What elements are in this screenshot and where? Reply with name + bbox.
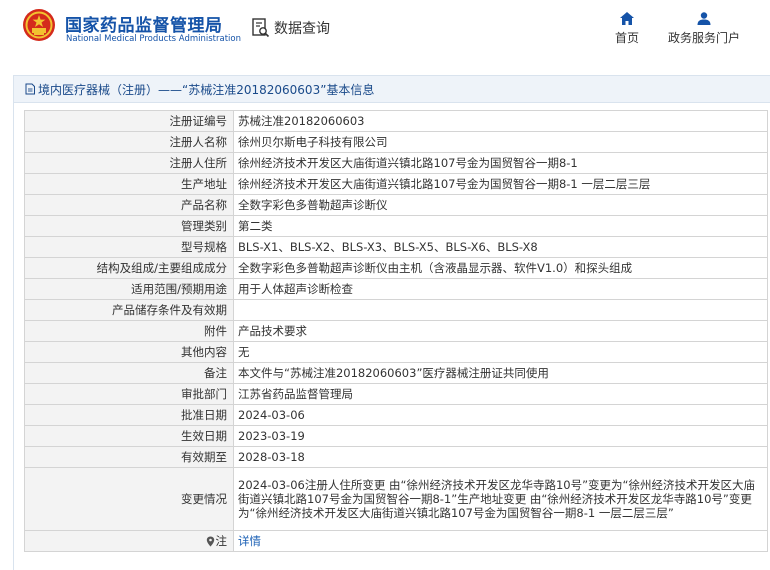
row-value: 无 <box>233 341 768 363</box>
document-search-icon <box>252 18 270 38</box>
row-value: 苏械注准20182060603 <box>233 110 768 132</box>
row-label: 注册人名称 <box>24 131 234 153</box>
table-row: 审批部门 江苏省药品监督管理局 <box>24 383 768 405</box>
row-label: 变更情况 <box>24 467 234 531</box>
document-icon <box>25 83 35 95</box>
detail-panel: 境内医疗器械（注册）——“苏械注准20182060603”基本信息 注册证编号苏… <box>13 75 770 570</box>
table-row: 变更情况 2024-03-06注册人住所变更 由“徐州经济技术开发区龙华寺路10号… <box>24 467 768 531</box>
note-row: 注 详情 <box>24 530 768 552</box>
table-row: 注册证编号 苏械注准20182060603 <box>24 110 768 132</box>
map-pin-icon <box>206 536 214 547</box>
nav-portal-label: 政务服务门户 <box>667 31 740 45</box>
table-row: 有效期至 2028-03-18 <box>24 446 768 468</box>
row-value: 2024-03-06注册人住所变更 由“徐州经济技术开发区龙华寺路10号”变更为… <box>233 467 768 531</box>
row-value: 本文件与“苏械注准20182060603”医疗器械注册证共同使用 <box>233 362 768 384</box>
table-row: 结构及组成/主要组成成分 全数字彩色多普勒超声诊断仪由主机（含液晶显示器、软件V1… <box>24 257 768 279</box>
row-value: 2023-03-19 <box>233 425 768 447</box>
table-row: 备注 本文件与“苏械注准20182060603”医疗器械注册证共同使用 <box>24 362 768 384</box>
row-label: 备注 <box>24 362 234 384</box>
row-value: 用于人体超声诊断检查 <box>233 278 768 300</box>
brand-name-en[interactable]: National Medical Products Administration <box>66 34 241 44</box>
row-value: 全数字彩色多普勒超声诊断仪由主机（含液晶显示器、软件V1.0）和探头组成 <box>233 257 768 279</box>
row-label: 注册证编号 <box>24 110 234 132</box>
table-row: 生产地址 徐州经济技术开发区大庙街道兴镇北路107号金为国贸智谷一期8-1 一层二… <box>24 173 768 195</box>
row-value: 徐州经济技术开发区大庙街道兴镇北路107号金为国贸智谷一期8-1 一层二层三层 <box>233 173 768 195</box>
row-label: 产品名称 <box>24 194 234 216</box>
row-label: 生产地址 <box>24 173 234 195</box>
table-row: 产品储存条件及有效期 <box>24 299 768 321</box>
table-row: 其他内容无 <box>24 341 768 363</box>
table-row: 附件 产品技术要求 <box>24 320 768 342</box>
row-value: 徐州贝尔斯电子科技有限公司 <box>233 131 768 153</box>
note-value-cell: 详情 <box>233 530 768 552</box>
site-header: 国家药品监督管理局 National Medical Products Admi… <box>0 0 770 62</box>
table-row: 适用范围/预期用途 用于人体超声诊断检查 <box>24 278 768 300</box>
table-row: 生效日期 2023-03-19 <box>24 425 768 447</box>
row-value: 江苏省药品监督管理局 <box>233 383 768 405</box>
row-label: 产品储存条件及有效期 <box>24 299 234 321</box>
row-label: 其他内容 <box>24 341 234 363</box>
brand-name-cn[interactable]: 国家药品监督管理局 <box>65 11 223 36</box>
user-icon <box>697 12 711 25</box>
row-value: 全数字彩色多普勒超声诊断仪 <box>233 194 768 216</box>
table-row: 管理类别 第二类 <box>24 215 768 237</box>
table-row: 注册人名称 徐州贝尔斯电子科技有限公司 <box>24 131 768 153</box>
row-label: 审批部门 <box>24 383 234 405</box>
nav-home[interactable]: 首页 <box>612 12 642 46</box>
row-value: BLS-X1、BLS-X2、BLS-X3、BLS-X5、BLS-X6、BLS-X… <box>233 236 768 258</box>
home-icon <box>620 12 634 25</box>
table-row: 注册人住所 徐州经济技术开发区大庙街道兴镇北路107号金为国贸智谷一期8-1 <box>24 152 768 174</box>
row-value: 第二类 <box>233 215 768 237</box>
row-label: 适用范围/预期用途 <box>24 278 234 300</box>
nav-home-label: 首页 <box>614 31 639 45</box>
table-row: 型号规格 BLS-X1、BLS-X2、BLS-X3、BLS-X5、BLS-X6、B… <box>24 236 768 258</box>
row-label: 有效期至 <box>24 446 234 468</box>
national-emblem-icon <box>23 9 55 41</box>
row-label: 注册人住所 <box>24 152 234 174</box>
panel-header: 境内医疗器械（注册）——“苏械注准20182060603”基本信息 <box>14 76 770 103</box>
row-label: 管理类别 <box>24 215 234 237</box>
nav-service-portal[interactable]: 政务服务门户 <box>664 12 744 46</box>
row-value: 产品技术要求 <box>233 320 768 342</box>
details-link[interactable]: 详情 <box>238 534 261 548</box>
table-row: 批准日期 2024-03-06 <box>24 404 768 426</box>
detail-table-wrap: 注册证编号 苏械注准20182060603 注册人名称 徐州贝尔斯电子科技有限公司 … <box>24 110 768 552</box>
panel-title: 境内医疗器械（注册）——“苏械注准20182060603”基本信息 <box>38 82 375 97</box>
row-label: 生效日期 <box>24 425 234 447</box>
row-value: 徐州经济技术开发区大庙街道兴镇北路107号金为国贸智谷一期8-1 <box>233 152 768 174</box>
note-label: 注 <box>215 534 228 548</box>
row-label: 附件 <box>24 320 234 342</box>
data-query-link[interactable]: 数据查询 <box>252 17 330 39</box>
detail-table: 注册证编号 苏械注准20182060603 注册人名称 徐州贝尔斯电子科技有限公司 … <box>24 110 768 552</box>
row-label: 结构及组成/主要组成成分 <box>24 257 234 279</box>
row-label: 型号规格 <box>24 236 234 258</box>
row-value: 2028-03-18 <box>233 446 768 468</box>
row-label: 批准日期 <box>24 404 234 426</box>
row-value: 2024-03-06 <box>233 404 768 426</box>
note-label-cell: 注 <box>24 530 234 552</box>
row-value <box>233 299 768 321</box>
table-row: 产品名称 全数字彩色多普勒超声诊断仪 <box>24 194 768 216</box>
data-query-label: 数据查询 <box>274 21 330 37</box>
